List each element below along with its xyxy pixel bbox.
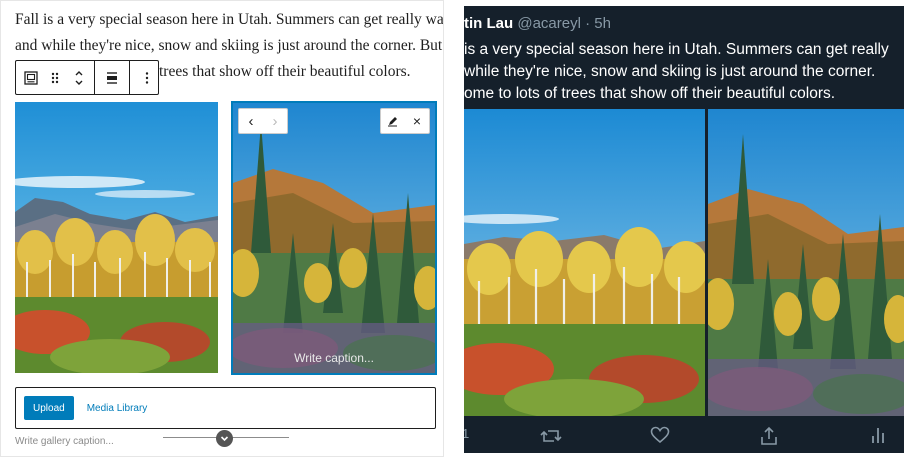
retweet-icon[interactable] [540, 426, 562, 446]
image-edit-controls: × [380, 108, 430, 134]
share-icon[interactable] [760, 426, 778, 446]
block-toolbar-group-mover [16, 61, 95, 94]
edit-pencil-icon[interactable] [381, 109, 405, 133]
paragraph-line-2: and while they're nice, snow and skiing … [15, 37, 443, 54]
gallery-caption-placeholder[interactable]: Write gallery caption... [15, 436, 114, 447]
autumn-mountain-photo-1 [15, 102, 218, 373]
block-editor: Fall is a very special season here in Ut… [0, 0, 444, 457]
align-icon[interactable] [95, 61, 129, 94]
tweet-actions: 1 [464, 424, 904, 450]
reply-count: 1 [464, 426, 470, 441]
tweet-line-2: while they're nice, snow and skiing is j… [464, 63, 876, 80]
tweet-author-name[interactable]: tin Lau [464, 15, 513, 32]
tweet-image-1[interactable] [464, 109, 705, 416]
tweet-author-handle[interactable]: @acareyl [517, 15, 581, 32]
tweet-image-2[interactable] [708, 109, 904, 416]
tweet-preview: tin Lau @acareyl · 5h is a very special … [464, 6, 904, 453]
move-right-icon[interactable]: › [263, 109, 287, 133]
tweet-photo-1 [464, 109, 705, 416]
block-toolbar-group-align [95, 61, 130, 94]
upload-button[interactable]: Upload [24, 396, 74, 420]
analytics-icon[interactable] [870, 426, 886, 444]
tweet-time-separator: · [585, 15, 591, 32]
move-left-icon[interactable]: ‹ [239, 109, 263, 133]
tweet-text: is a very special season here in Utah. S… [464, 39, 904, 105]
remove-image-icon[interactable]: × [405, 109, 429, 133]
gallery-upload-area: Upload Media Library [15, 387, 436, 429]
media-library-link[interactable]: Media Library [87, 403, 148, 414]
autumn-mountain-photo-2 [233, 103, 435, 373]
tweet-line-3: ome to lots of trees that show off their… [464, 85, 836, 102]
tweet-photo-2 [708, 109, 904, 416]
tweet-header: tin Lau @acareyl · 5h [464, 15, 611, 32]
block-toolbar-group-more [130, 61, 164, 94]
paragraph-line-1: Fall is a very special season here in Ut… [15, 11, 444, 28]
like-icon[interactable] [650, 426, 670, 444]
image-caption-placeholder[interactable]: Write caption... [233, 351, 435, 365]
gallery-image-1[interactable] [15, 102, 218, 373]
tweet-timestamp[interactable]: 5h [594, 15, 611, 32]
slider-handle[interactable] [216, 430, 233, 447]
tweet-line-1: is a very special season here in Utah. S… [464, 41, 889, 58]
move-up-down-icon[interactable] [67, 61, 91, 94]
gallery-image-2-selected[interactable]: ‹ › × Write caption... [231, 101, 437, 375]
image-move-controls: ‹ › [238, 108, 288, 134]
gallery-block-icon[interactable] [19, 61, 43, 94]
block-toolbar [15, 60, 159, 95]
more-options-icon[interactable] [130, 61, 164, 94]
drag-handle-icon[interactable] [43, 61, 67, 94]
reply-action[interactable]: 1 [464, 426, 469, 441]
